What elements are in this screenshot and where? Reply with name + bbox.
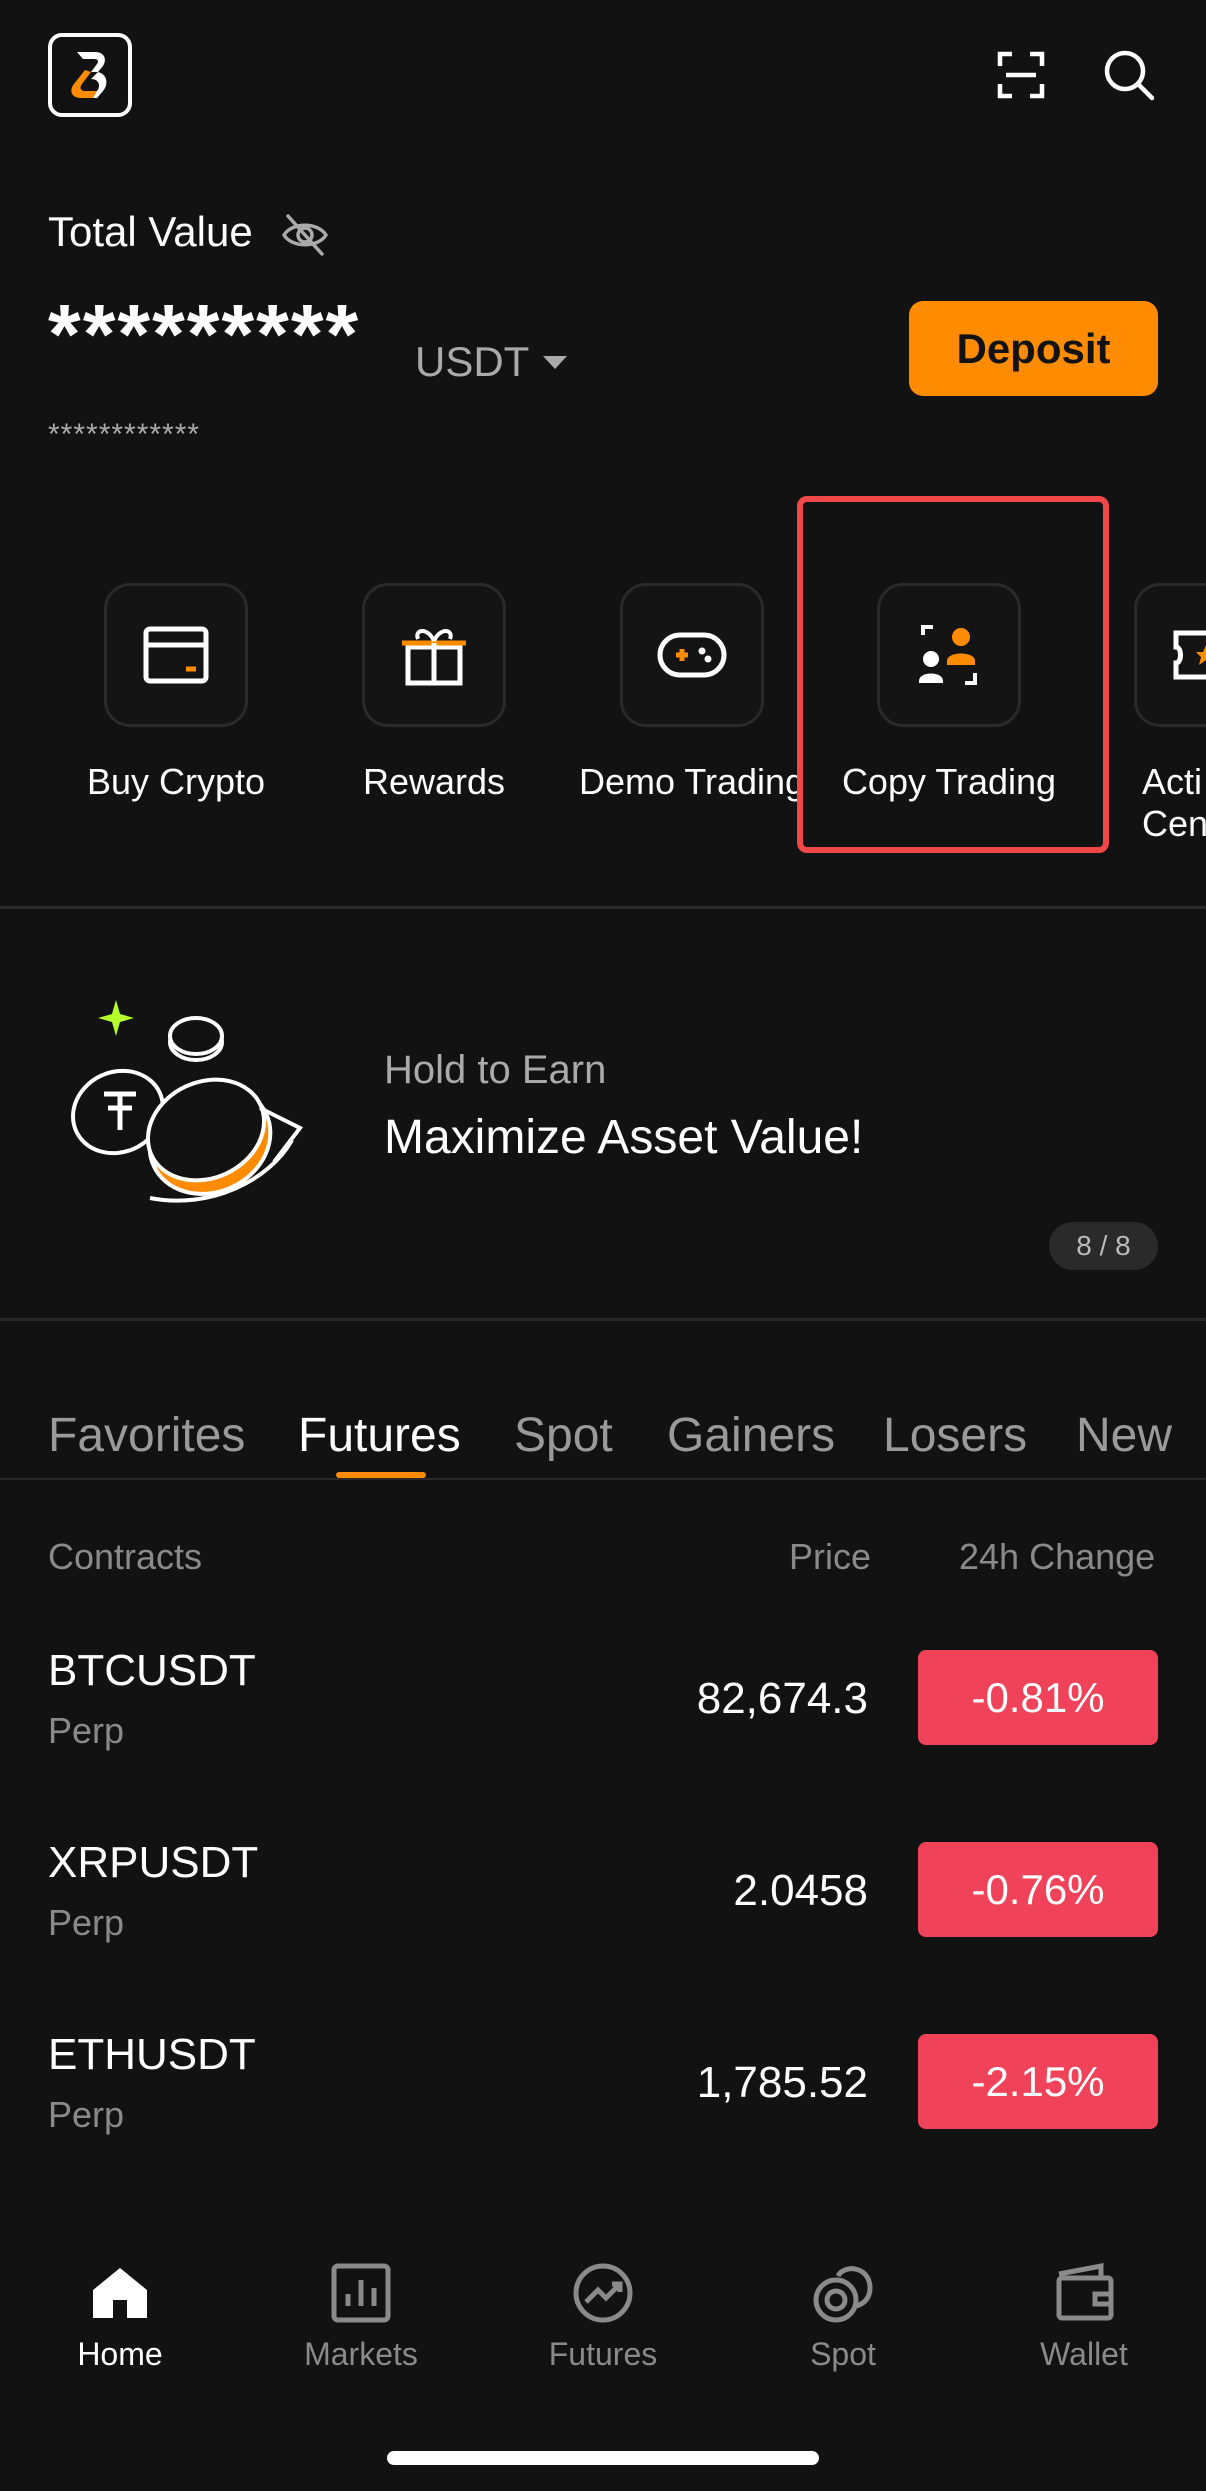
column-header-change[interactable]: 24h Change (959, 1536, 1155, 1578)
spot-icon (813, 2266, 873, 2323)
hide-balance-icon[interactable] (280, 212, 330, 258)
quick-action-label: Buy Crypto (86, 761, 266, 802)
home-indicator (387, 2451, 819, 2465)
bitget-logo-icon (71, 52, 107, 98)
quick-action-demo-trading[interactable]: Demo Trading (579, 583, 805, 803)
nav-label: Wallet (1040, 2336, 1128, 2372)
change-badge[interactable]: -0.81% (918, 1650, 1158, 1745)
column-header-contracts[interactable]: Contracts (48, 1536, 202, 1578)
wallet-icon (1056, 2262, 1114, 2321)
scan-icon[interactable] (988, 42, 1054, 108)
nav-markets[interactable]: Markets (281, 2260, 441, 2373)
quick-action-label: Rewards (362, 761, 506, 802)
total-value-label: Total Value (48, 208, 253, 255)
nav-wallet[interactable]: Wallet (1004, 2260, 1164, 2373)
tab-losers[interactable]: Losers (883, 1408, 1027, 1463)
nav-spot[interactable]: Spot (763, 2260, 923, 2373)
futures-icon (573, 2263, 633, 2323)
caret-down-icon (543, 355, 568, 369)
banner-title[interactable]: Maximize Asset Value! (384, 1110, 863, 1165)
banner-subtitle: Hold to Earn (384, 1048, 607, 1092)
quick-action-activity-center[interactable]: Acti Cen (1134, 583, 1206, 845)
divider (0, 1478, 1206, 1480)
gift-icon (402, 629, 466, 686)
nav-label: Spot (810, 2336, 876, 2372)
home-icon (93, 2268, 147, 2318)
search-icon[interactable] (1096, 42, 1162, 108)
banner-pager: 8 / 8 (1049, 1222, 1158, 1270)
row-symbol: ETHUSDT (48, 2030, 256, 2079)
column-header-price[interactable]: Price (789, 1536, 871, 1578)
copy-trading-highlight (797, 496, 1109, 853)
row-price: 1,785.52 (696, 2058, 868, 2107)
nav-label: Markets (304, 2336, 418, 2372)
row-type: Perp (48, 1710, 125, 1751)
nav-label: Futures (548, 2336, 658, 2372)
secondary-value-masked: ************ (48, 418, 201, 451)
tab-spot[interactable]: Spot (514, 1408, 613, 1463)
change-badge[interactable]: -0.76% (918, 1842, 1158, 1937)
total-value-masked: ********* (48, 287, 361, 381)
banner-illustration (60, 990, 320, 1230)
markets-icon (331, 2263, 391, 2323)
change-badge[interactable]: -2.15% (918, 2034, 1158, 2129)
deposit-button[interactable]: Deposit (909, 301, 1158, 396)
row-type: Perp (48, 2094, 125, 2135)
divider (0, 1318, 1206, 1321)
row-price: 82,674.3 (696, 1674, 868, 1723)
tab-gainers[interactable]: Gainers (667, 1408, 835, 1463)
card-icon (143, 626, 209, 684)
quick-action-label: Demo Trading (578, 761, 806, 802)
row-symbol: BTCUSDT (48, 1646, 256, 1695)
row-price: 2.0458 (733, 1866, 868, 1915)
row-type: Perp (48, 1902, 125, 1943)
ticket-icon (1173, 630, 1206, 680)
nav-label: Home (77, 2336, 163, 2372)
tab-favorites[interactable]: Favorites (48, 1408, 245, 1463)
tab-futures[interactable]: Futures (298, 1408, 461, 1463)
tab-new[interactable]: New (1076, 1408, 1172, 1463)
quick-action-label: Acti Cen (1142, 761, 1206, 844)
quick-action-buy-crypto[interactable]: Buy Crypto (76, 583, 276, 803)
gamepad-icon (657, 632, 727, 678)
nav-home[interactable]: Home (40, 2260, 200, 2373)
row-symbol: XRPUSDT (48, 1838, 259, 1887)
currency-selector[interactable]: USDT (415, 338, 568, 386)
currency-label: USDT (415, 338, 530, 385)
nav-futures[interactable]: Futures (523, 2260, 683, 2373)
quick-action-rewards[interactable]: Rewards (334, 583, 534, 803)
app-logo[interactable] (48, 33, 132, 117)
divider (0, 906, 1206, 909)
